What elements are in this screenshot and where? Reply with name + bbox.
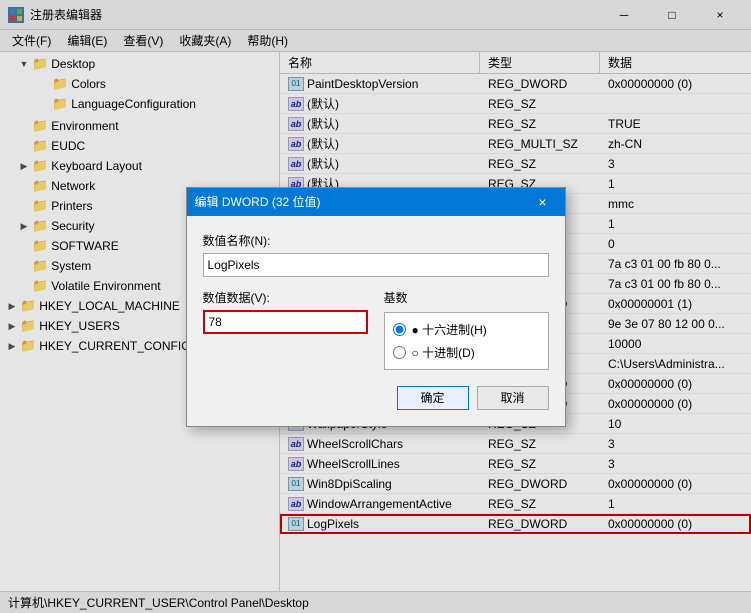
edit-dword-dialog: 编辑 DWORD (32 位值) × 数值名称(N): 数值数据(V): 基数 …	[186, 187, 566, 427]
value-base-row: 数值数据(V): 基数 ● 十六进制(H) ○ 十进制(D)	[203, 289, 549, 370]
radio-dec-input[interactable]	[393, 346, 406, 359]
value-section: 数值数据(V):	[203, 289, 368, 370]
modal-close-button[interactable]: ×	[529, 188, 557, 216]
radio-dec-label: ○ 十进制(D)	[412, 344, 475, 361]
ok-button[interactable]: 确定	[397, 386, 469, 410]
radio-hex-input[interactable]	[393, 323, 406, 336]
modal-title: 编辑 DWORD (32 位值)	[195, 193, 529, 210]
value-label: 数值数据(V):	[203, 289, 368, 306]
name-input[interactable]	[203, 253, 549, 277]
modal-buttons: 确定 取消	[203, 386, 549, 410]
base-section: 基数 ● 十六进制(H) ○ 十进制(D)	[384, 289, 549, 370]
radio-hex[interactable]: ● 十六进制(H)	[393, 321, 540, 338]
modal-overlay: 编辑 DWORD (32 位值) × 数值名称(N): 数值数据(V): 基数 …	[0, 0, 751, 613]
name-label: 数值名称(N):	[203, 232, 549, 249]
modal-body: 数值名称(N): 数值数据(V): 基数 ● 十六进制(H)	[187, 216, 565, 426]
cancel-button[interactable]: 取消	[477, 386, 549, 410]
base-title: 基数	[384, 289, 549, 306]
radio-group: ● 十六进制(H) ○ 十进制(D)	[384, 312, 549, 370]
modal-title-bar: 编辑 DWORD (32 位值) ×	[187, 188, 565, 216]
value-input[interactable]	[203, 310, 368, 334]
radio-dec[interactable]: ○ 十进制(D)	[393, 344, 540, 361]
radio-hex-label: ● 十六进制(H)	[412, 321, 487, 338]
